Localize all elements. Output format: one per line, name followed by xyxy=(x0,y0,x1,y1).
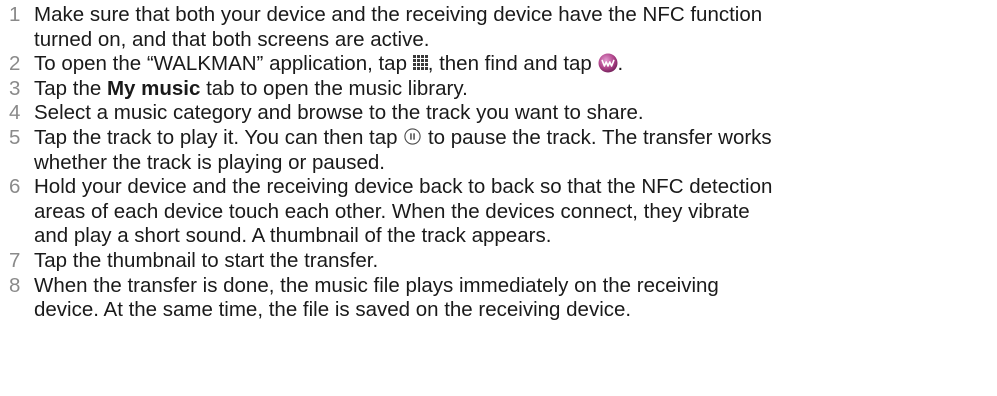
apps-grid-icon xyxy=(412,55,428,71)
pause-icon xyxy=(404,128,421,145)
step-text: . xyxy=(617,52,624,76)
step-number: 6 xyxy=(9,175,21,199)
step-text-line: Tap the thumbnail to start the transfer. xyxy=(34,248,379,272)
step-text-line: Select a music category and browse to th… xyxy=(34,101,644,125)
step-text-line: device. At the same time, the file is sa… xyxy=(34,298,632,322)
step-number: 3 xyxy=(9,76,21,100)
step-text-line: and play a short sound. A thumbnail of t… xyxy=(34,224,552,248)
step-text-line: Tap the track to play it. You can then t… xyxy=(34,126,997,151)
step-text: Tap the xyxy=(34,76,107,100)
tab-name-my-music: My music xyxy=(106,76,201,100)
step-text-line: To open the “WALKMAN” application, tap ,… xyxy=(34,52,997,77)
step-text-line: turned on, and that both screens are act… xyxy=(34,27,430,51)
step-number: 4 xyxy=(9,101,21,125)
step-text-line: Hold your device and the receiving devic… xyxy=(34,175,773,199)
step-2: 2 To open the “WALKMAN” application, tap… xyxy=(0,52,997,77)
step-1: 1 Make sure that both your device and th… xyxy=(0,3,997,52)
step-number: 2 xyxy=(9,52,21,76)
step-6: 6 Hold your device and the receiving dev… xyxy=(0,175,997,249)
step-text-line: areas of each device touch each other. W… xyxy=(34,199,750,223)
step-text-line: Make sure that both your device and the … xyxy=(34,3,763,26)
step-8: 8 When the transfer is done, the music f… xyxy=(0,274,997,323)
step-number: 7 xyxy=(9,248,21,272)
step-text-line: whether the track is playing or paused. xyxy=(34,150,385,174)
step-text: Tap the track to play it. You can then t… xyxy=(34,125,404,149)
step-7: 7 Tap the thumbnail to start the transfe… xyxy=(0,249,997,274)
step-5: 5 Tap the track to play it. You can then… xyxy=(0,126,997,175)
step-number: 1 xyxy=(9,3,21,26)
step-text: To open the “WALKMAN” application, tap xyxy=(34,52,413,76)
step-text: , then find and tap xyxy=(427,52,598,76)
instruction-steps: 1 Make sure that both your device and th… xyxy=(0,0,997,323)
step-text-line: Tap the My music tab to open the music l… xyxy=(34,77,997,102)
step-number: 5 xyxy=(9,125,21,149)
step-text-line: When the transfer is done, the music fil… xyxy=(34,273,719,297)
walkman-app-icon xyxy=(598,53,618,73)
step-number: 8 xyxy=(9,273,21,297)
step-text: tab to open the music library. xyxy=(200,76,468,100)
step-text: to pause the track. The transfer works xyxy=(422,125,772,149)
step-3: 3 Tap the My music tab to open the music… xyxy=(0,77,997,102)
step-4: 4 Select a music category and browse to … xyxy=(0,101,997,126)
